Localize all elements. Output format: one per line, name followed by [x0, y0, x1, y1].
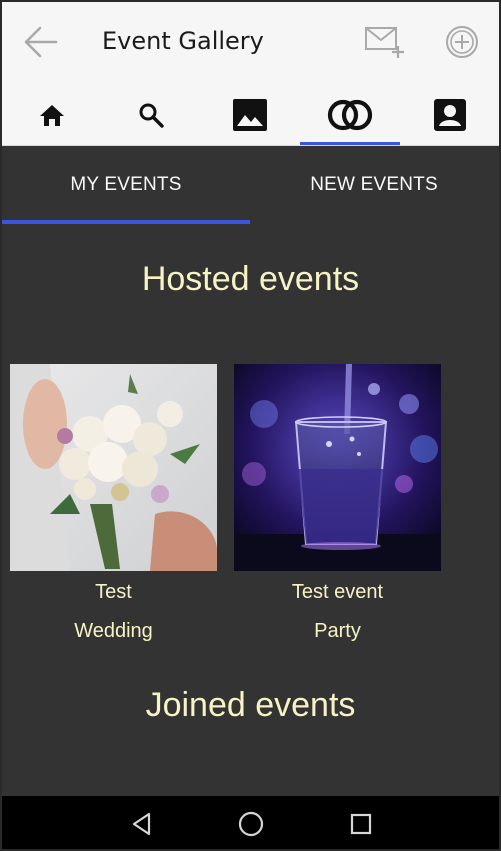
bouquet-photo	[10, 364, 217, 571]
home-icon	[39, 105, 64, 126]
top-navigation	[2, 84, 499, 146]
nav-profile[interactable]	[400, 84, 499, 146]
page-title: Event Gallery	[102, 27, 264, 55]
tab-active-indicator	[2, 220, 250, 224]
triangle-back-icon	[132, 812, 151, 836]
event-title: Test	[95, 581, 132, 603]
plus-circle-icon	[446, 26, 478, 58]
tab-my-events[interactable]: MY EVENTS	[2, 146, 250, 224]
nav-events[interactable]	[300, 84, 399, 146]
app-screen: Event Gallery MY EVENTS NEW EVENTS Hoste…	[0, 0, 501, 851]
app-bar: Event Gallery	[2, 2, 499, 84]
tab-new-events[interactable]: NEW EVENTS	[250, 146, 498, 224]
nav-gallery[interactable]	[200, 84, 299, 146]
mail-plus-icon	[365, 27, 404, 58]
square-recents-icon	[350, 813, 372, 835]
event-type: Party	[314, 620, 361, 642]
system-navigation-bar	[2, 796, 499, 849]
system-recents-button[interactable]	[341, 808, 381, 840]
image-icon	[232, 99, 267, 131]
event-type: Wedding	[74, 620, 153, 642]
glass-photo	[234, 364, 441, 571]
back-button[interactable]	[20, 22, 60, 62]
event-card[interactable]: Test Wedding	[10, 364, 217, 650]
search-icon	[139, 103, 164, 128]
system-home-button[interactable]	[231, 808, 271, 840]
rings-icon	[327, 99, 372, 131]
joined-events-heading: Joined events	[145, 686, 356, 724]
nav-active-indicator	[300, 142, 400, 145]
invite-button[interactable]	[360, 20, 408, 64]
arrow-left-icon	[24, 26, 58, 58]
add-event-button[interactable]	[442, 22, 482, 62]
event-title: Test event	[291, 581, 384, 603]
profile-icon	[433, 99, 466, 131]
event-card[interactable]: Test event Party	[234, 364, 441, 650]
hosted-events-heading: Hosted events	[141, 260, 360, 298]
event-tabs: MY EVENTS NEW EVENTS	[2, 146, 499, 224]
nav-search[interactable]	[101, 84, 200, 146]
circle-home-icon	[238, 811, 264, 837]
system-back-button[interactable]	[122, 808, 162, 840]
nav-home[interactable]	[2, 84, 101, 146]
